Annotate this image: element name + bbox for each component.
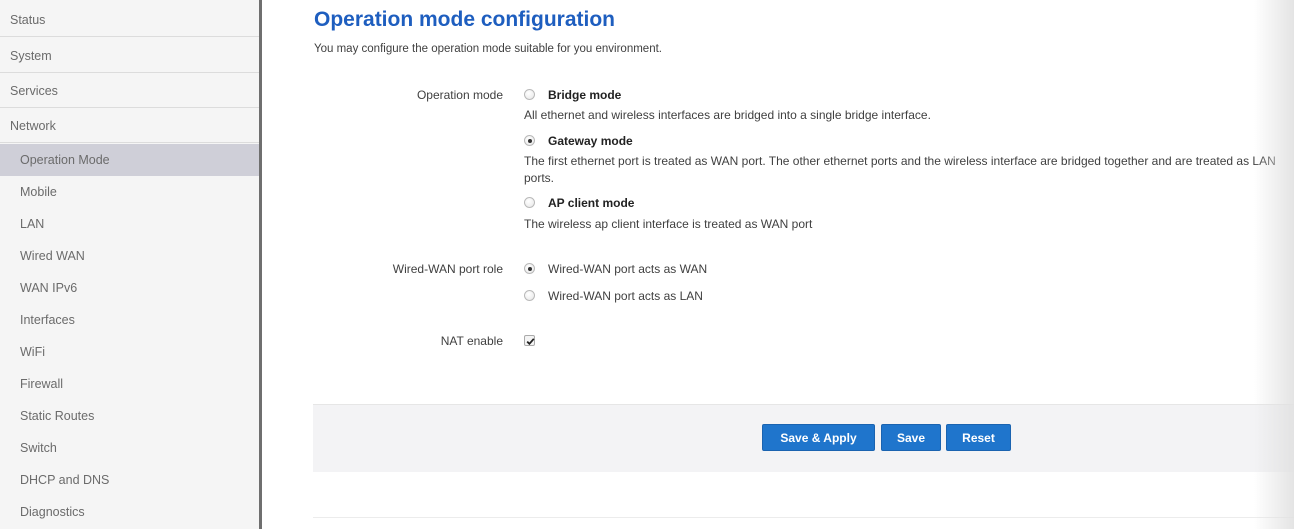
ap-client-mode-title: AP client mode xyxy=(548,196,635,210)
page-description: You may configure the operation mode sui… xyxy=(314,43,662,55)
sidebar-item-wifi[interactable]: WiFi xyxy=(0,336,259,368)
sidebar-item-network[interactable]: Network xyxy=(0,110,259,143)
ap-client-mode-description: The wireless ap client interface is trea… xyxy=(524,217,813,231)
ap-client-mode-radio[interactable] xyxy=(524,197,535,208)
bridge-mode-title: Bridge mode xyxy=(548,88,622,102)
sidebar-item-dhcp-dns[interactable]: DHCP and DNS xyxy=(0,464,259,496)
gateway-mode-radio[interactable] xyxy=(524,135,535,146)
sidebar-item-lan[interactable]: LAN xyxy=(0,208,259,240)
sidebar-item-switch[interactable]: Switch xyxy=(0,432,259,464)
sidebar-item-system[interactable]: System xyxy=(0,40,259,73)
sidebar-item-static-routes[interactable]: Static Routes xyxy=(0,400,259,432)
sidebar: Status System Services Network Operation… xyxy=(0,0,259,529)
sidebar-item-wired-wan[interactable]: Wired WAN xyxy=(0,240,259,272)
save-button[interactable]: Save xyxy=(881,424,941,451)
gateway-mode-title: Gateway mode xyxy=(548,134,633,148)
gateway-mode-description: The first ethernet port is treated as WA… xyxy=(524,154,1276,185)
right-edge-shadow xyxy=(1254,0,1294,529)
page-title: Operation mode configuration xyxy=(314,8,616,31)
wan-acts-as-wan-label: Wired-WAN port acts as WAN xyxy=(548,262,708,276)
reset-button[interactable]: Reset xyxy=(946,424,1011,451)
sidebar-item-operation-mode[interactable]: Operation Mode xyxy=(0,144,259,176)
sidebar-item-diagnostics[interactable]: Diagnostics xyxy=(0,496,259,528)
sidebar-divider xyxy=(259,0,262,529)
nat-enable-checkbox[interactable] xyxy=(524,335,535,346)
wan-acts-as-lan-label: Wired-WAN port acts as LAN xyxy=(548,289,703,303)
wan-port-role-label: Wired-WAN port role xyxy=(392,262,503,276)
sidebar-item-interfaces[interactable]: Interfaces xyxy=(0,304,259,336)
sidebar-item-status[interactable]: Status xyxy=(0,4,259,37)
bridge-mode-description: All ethernet and wireless interfaces are… xyxy=(524,108,931,122)
bridge-mode-radio[interactable] xyxy=(524,89,535,100)
wan-acts-as-wan-radio[interactable] xyxy=(524,263,535,274)
operation-mode-label: Operation mode xyxy=(416,88,503,102)
sidebar-item-wan-ipv6[interactable]: WAN IPv6 xyxy=(0,272,259,304)
sidebar-item-firewall[interactable]: Firewall xyxy=(0,368,259,400)
sidebar-item-services[interactable]: Services xyxy=(0,75,259,108)
footer-divider xyxy=(313,517,1294,518)
nat-enable-label: NAT enable xyxy=(440,334,503,348)
wan-acts-as-lan-radio[interactable] xyxy=(524,290,535,301)
checkmark-icon xyxy=(526,338,535,346)
sidebar-item-mobile[interactable]: Mobile xyxy=(0,176,259,208)
save-apply-button[interactable]: Save & Apply xyxy=(762,424,875,451)
